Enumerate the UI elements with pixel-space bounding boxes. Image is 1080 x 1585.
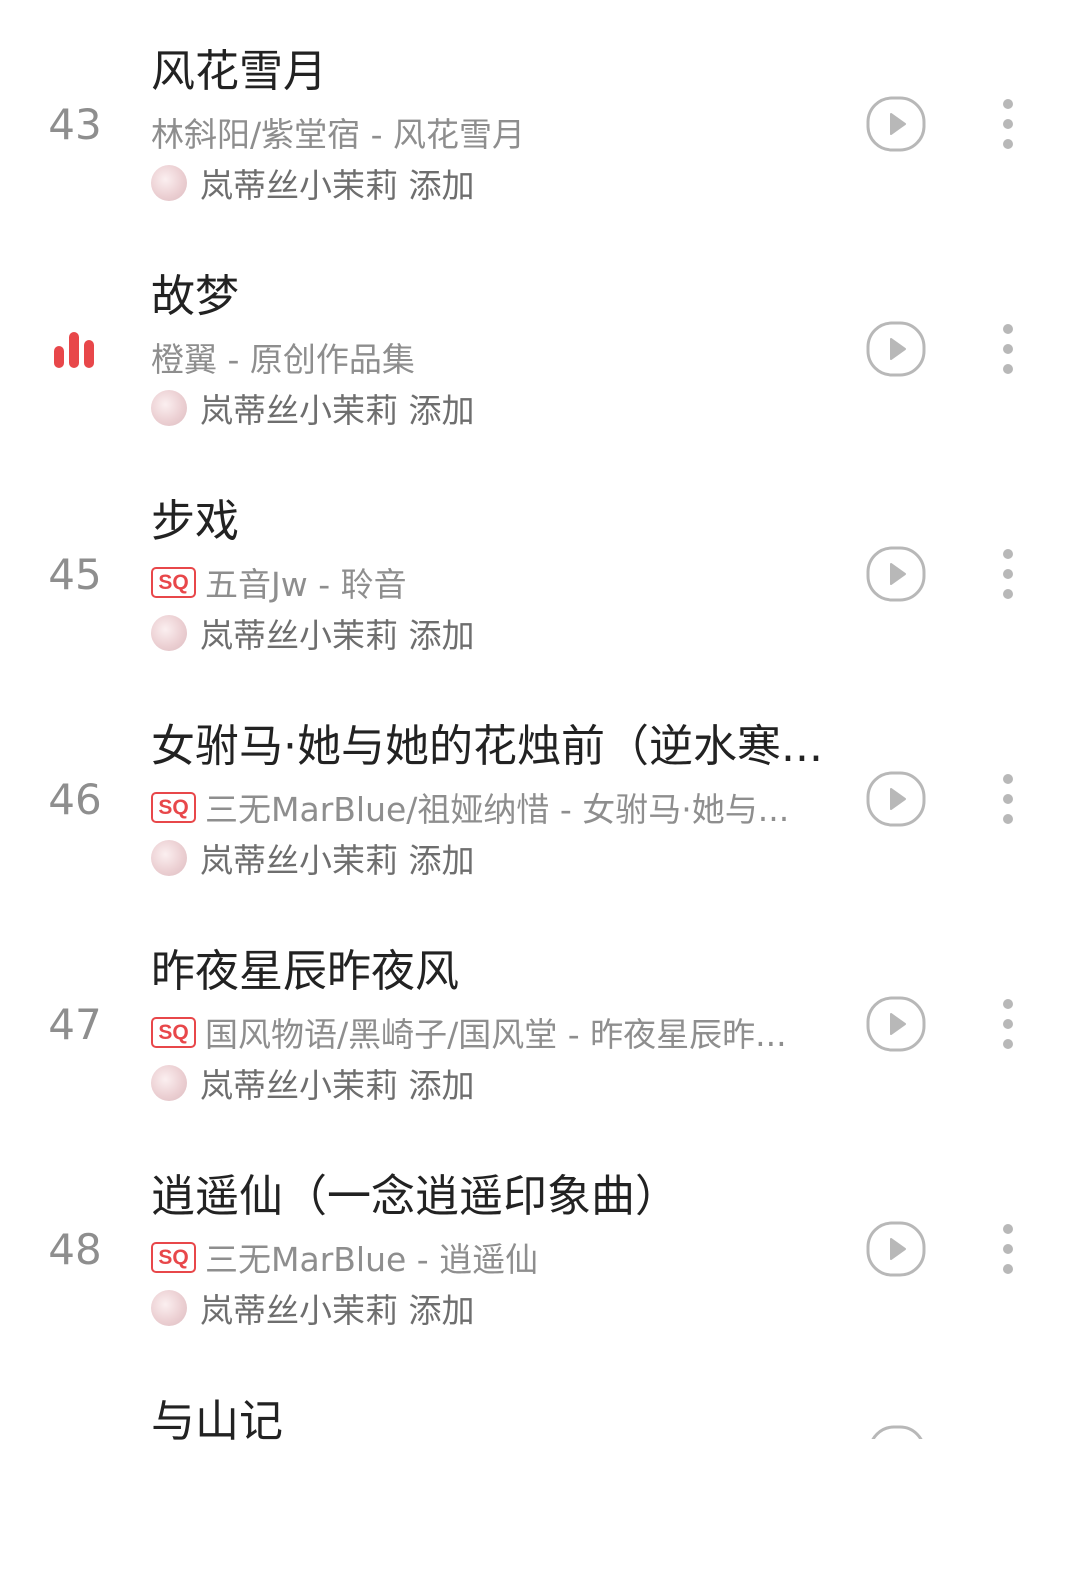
song-row[interactable]: 48 逍遥仙（一念逍遥印象曲） SQ 三无MarBlue - 逍遥仙岚蒂丝小茉莉 添加	[0, 1135, 1080, 1360]
added-by: 岚蒂丝小茉莉 添加	[151, 1285, 475, 1331]
avatar	[151, 390, 187, 426]
song-title: 步戏	[151, 496, 239, 547]
avatar	[151, 615, 187, 651]
song-list: 43 风花雪月 林斜阳/紫堂宿 - 风花雪月 岚蒂丝小茉莉 添加 故梦 橙翼 - 原创作品…	[0, 0, 1080, 1447]
avatar	[151, 1065, 187, 1101]
added-by: 岚蒂丝小茉莉 添加	[151, 1060, 475, 1106]
added-by: 岚蒂丝小茉莉 添加	[151, 835, 475, 881]
play-circle-icon[interactable]	[866, 546, 926, 602]
play-circle-icon[interactable]	[866, 96, 926, 152]
song-subtitle: SQ 国风物语/黑崎子/国风堂 - 昨夜星辰昨...	[151, 1006, 831, 1058]
play-circle-icon[interactable]	[866, 1221, 926, 1277]
play-circle-icon[interactable]	[866, 321, 926, 377]
play-circle-icon[interactable]	[868, 1425, 926, 1439]
song-row[interactable]: 故梦橙翼 - 原创作品集岚蒂丝小茉莉 添加	[0, 235, 1080, 460]
artist-album: 三无MarBlue - 逍遥仙	[205, 1240, 539, 1279]
song-row[interactable]: 47 昨夜星辰昨夜风 SQ 国风物语/黑崎子/国风堂 - 昨夜星辰昨... 岚蒂丝小茉莉…	[0, 910, 1080, 1135]
song-title: 昨夜星辰昨夜风	[151, 946, 459, 997]
song-row[interactable]: 46 女驸马·她与她的花烛前（逆水寒... SQ 三无MarBlue/祖娅纳惜 - 女…	[0, 685, 1080, 910]
added-by: 岚蒂丝小茉莉 添加	[151, 385, 475, 431]
song-subtitle: 橙翼 - 原创作品集	[151, 331, 831, 383]
more-vertical-icon[interactable]	[988, 95, 1028, 153]
added-by-text: 岚蒂丝小茉莉 添加	[200, 1291, 475, 1330]
sq-quality-badge: SQ	[151, 1016, 196, 1048]
added-by-text: 岚蒂丝小茉莉 添加	[200, 841, 475, 880]
added-by-text: 岚蒂丝小茉莉 添加	[200, 391, 475, 430]
sq-quality-badge: SQ	[151, 566, 196, 598]
added-by: 岚蒂丝小茉莉 添加	[151, 160, 475, 206]
track-index: 45	[48, 550, 102, 599]
avatar	[151, 1290, 187, 1326]
added-by-text: 岚蒂丝小茉莉 添加	[200, 166, 475, 205]
song-title: 故梦	[151, 271, 239, 322]
avatar	[151, 840, 187, 876]
sound-bars-icon	[54, 332, 94, 368]
artist-album: 国风物语/黑崎子/国风堂 - 昨夜星辰昨...	[205, 1015, 787, 1054]
song-title: 与山记	[151, 1396, 283, 1447]
added-by-text: 岚蒂丝小茉莉 添加	[200, 616, 475, 655]
added-by-text: 岚蒂丝小茉莉 添加	[200, 1066, 475, 1105]
track-index: 46	[48, 775, 102, 824]
track-index: 43	[48, 100, 102, 149]
play-circle-icon[interactable]	[866, 771, 926, 827]
artist-album: 三无MarBlue/祖娅纳惜 - 女驸马·她与...	[205, 790, 790, 829]
song-row[interactable]: 45 步戏 SQ 五音Jw - 聆音岚蒂丝小茉莉 添加	[0, 460, 1080, 685]
more-vertical-icon[interactable]	[988, 545, 1028, 603]
avatar	[151, 165, 187, 201]
song-row[interactable]: 43 风花雪月林斜阳/紫堂宿 - 风花雪月 岚蒂丝小茉莉 添加	[0, 10, 1080, 235]
song-row[interactable]: 与山记	[0, 1360, 1080, 1585]
artist-album: 林斜阳/紫堂宿 - 风花雪月	[151, 115, 526, 154]
sq-quality-badge: SQ	[151, 1241, 196, 1273]
artist-album: 橙翼 - 原创作品集	[151, 340, 415, 379]
more-vertical-icon[interactable]	[988, 770, 1028, 828]
play-circle-icon[interactable]	[866, 996, 926, 1052]
track-index: 47	[48, 1000, 102, 1049]
more-vertical-icon[interactable]	[988, 995, 1028, 1053]
song-subtitle: SQ 三无MarBlue - 逍遥仙	[151, 1231, 831, 1283]
sq-quality-badge: SQ	[151, 791, 196, 823]
more-vertical-icon[interactable]	[988, 320, 1028, 378]
song-subtitle: 林斜阳/紫堂宿 - 风花雪月	[151, 106, 831, 158]
song-subtitle: SQ 五音Jw - 聆音	[151, 556, 831, 608]
song-title: 风花雪月	[151, 46, 327, 97]
song-title: 逍遥仙（一念逍遥印象曲）	[151, 1171, 679, 1222]
song-title: 女驸马·她与她的花烛前（逆水寒...	[151, 721, 823, 772]
song-subtitle: SQ 三无MarBlue/祖娅纳惜 - 女驸马·她与...	[151, 781, 831, 833]
added-by: 岚蒂丝小茉莉 添加	[151, 610, 475, 656]
artist-album: 五音Jw - 聆音	[205, 565, 407, 604]
more-vertical-icon[interactable]	[988, 1220, 1028, 1278]
track-index: 48	[48, 1225, 102, 1274]
